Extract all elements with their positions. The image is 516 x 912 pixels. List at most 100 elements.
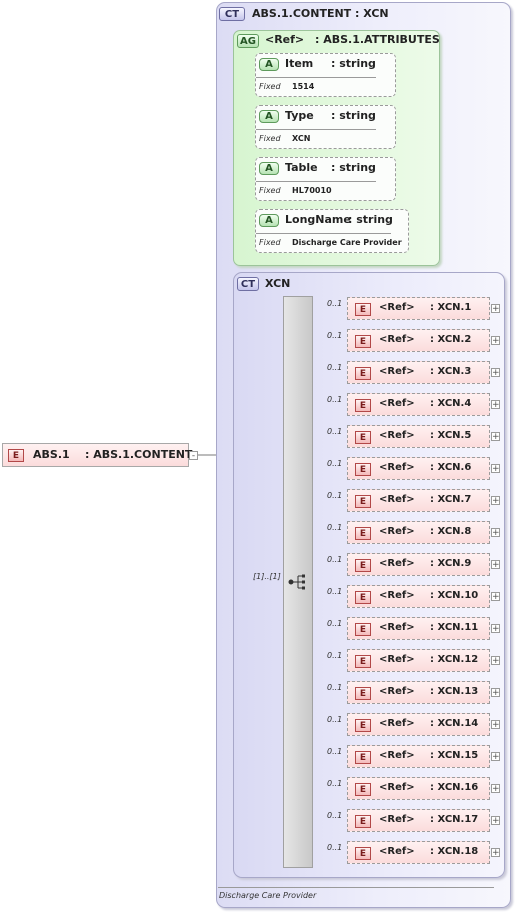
- element-ref-xcn-11[interactable]: E <Ref>: XCN.11: [347, 617, 490, 640]
- attribute-name: Type: [285, 109, 314, 122]
- element-ref-xcn-15[interactable]: E <Ref>: XCN.15: [347, 745, 490, 768]
- attribute-separator: [256, 77, 376, 78]
- expand-toggle[interactable]: +: [491, 720, 500, 730]
- expand-toggle[interactable]: +: [491, 464, 500, 474]
- collapse-toggle[interactable]: -: [189, 451, 198, 461]
- element-badge: E: [355, 367, 371, 380]
- element-ref-label: <Ref>: [379, 814, 415, 825]
- element-badge: E: [355, 591, 371, 604]
- attribute-fixed-value: XCN: [292, 134, 311, 143]
- attribute-fixed-label: Fixed: [259, 82, 281, 91]
- element-cardinality: 0..1: [327, 555, 343, 564]
- element-ref-xcn-10[interactable]: E <Ref>: XCN.10: [347, 585, 490, 608]
- element-badge: E: [355, 623, 371, 636]
- element-ref-label: <Ref>: [379, 718, 415, 729]
- element-ref-xcn-5[interactable]: E <Ref>: XCN.5: [347, 425, 490, 448]
- element-ref-xcn-6[interactable]: E <Ref>: XCN.6: [347, 457, 490, 480]
- expand-toggle[interactable]: +: [491, 560, 500, 570]
- element-ref-xcn-3[interactable]: E <Ref>: XCN.3: [347, 361, 490, 384]
- element-ref-name: : XCN.2: [430, 334, 472, 345]
- element-ref-name: : XCN.18: [430, 846, 479, 857]
- attribute-fixed-label: Fixed: [259, 134, 281, 143]
- element-badge: E: [355, 399, 371, 412]
- expand-toggle[interactable]: +: [491, 304, 500, 314]
- attribute-item[interactable]: A Item : string Fixed 1514: [255, 53, 396, 97]
- expand-toggle[interactable]: +: [491, 816, 500, 826]
- element-badge: E: [355, 687, 371, 700]
- element-ref-label: <Ref>: [379, 846, 415, 857]
- expand-toggle[interactable]: +: [491, 656, 500, 666]
- element-badge: E: [355, 751, 371, 764]
- element-badge: E: [355, 655, 371, 668]
- element-badge: E: [355, 463, 371, 476]
- expand-toggle[interactable]: +: [491, 592, 500, 602]
- element-cardinality: 0..1: [327, 747, 343, 756]
- expand-toggle[interactable]: +: [491, 368, 500, 378]
- element-ref-name: : XCN.8: [430, 526, 472, 537]
- attribute-type: : string: [331, 161, 376, 174]
- attribute-table[interactable]: A Table : string Fixed HL70010: [255, 157, 396, 201]
- expand-toggle[interactable]: +: [491, 848, 500, 858]
- element-ref-xcn-7[interactable]: E <Ref>: XCN.7: [347, 489, 490, 512]
- expand-toggle[interactable]: +: [491, 336, 500, 346]
- attribute-separator: [256, 233, 391, 234]
- element-ref-name: : XCN.7: [430, 494, 472, 505]
- element-ref-xcn-12[interactable]: E <Ref>: XCN.12: [347, 649, 490, 672]
- attribute-name: Item: [285, 57, 314, 70]
- element-cardinality: 0..1: [327, 811, 343, 820]
- documentation-separator: [218, 887, 494, 888]
- element-ref-xcn-14[interactable]: E <Ref>: XCN.14: [347, 713, 490, 736]
- element-ref-xcn-16[interactable]: E <Ref>: XCN.16: [347, 777, 490, 800]
- element-ref-name: : XCN.9: [430, 558, 472, 569]
- attribute-longname[interactable]: A LongName : string Fixed Discharge Care…: [255, 209, 409, 253]
- element-ref-name: : XCN.5: [430, 430, 472, 441]
- expand-toggle[interactable]: +: [491, 432, 500, 442]
- element-ref-label: <Ref>: [379, 526, 415, 537]
- expand-toggle[interactable]: +: [491, 400, 500, 410]
- element-ref-xcn-13[interactable]: E <Ref>: XCN.13: [347, 681, 490, 704]
- attribute-type: : string: [331, 57, 376, 70]
- complex-type-title: ABS.1.CONTENT : XCN: [252, 7, 389, 20]
- attribute-badge: A: [259, 110, 279, 123]
- attribute-group-name: : ABS.1.ATTRIBUTES: [315, 33, 440, 46]
- element-ref-xcn-1[interactable]: E <Ref>: XCN.1: [347, 297, 490, 320]
- attribute-group-ref: <Ref>: [265, 33, 305, 46]
- element-cardinality: 0..1: [327, 523, 343, 532]
- expand-toggle[interactable]: +: [491, 624, 500, 634]
- element-badge: E: [355, 303, 371, 316]
- expand-toggle[interactable]: +: [491, 752, 500, 762]
- element-badge: E: [355, 847, 371, 860]
- attribute-badge: A: [259, 162, 279, 175]
- element-ref-name: : XCN.16: [430, 782, 479, 793]
- element-ref-label: <Ref>: [379, 334, 415, 345]
- attribute-type: : string: [331, 109, 376, 122]
- element-ref-xcn-17[interactable]: E <Ref>: XCN.17: [347, 809, 490, 832]
- attribute-fixed-label: Fixed: [259, 186, 281, 195]
- element-ref-xcn-2[interactable]: E <Ref>: XCN.2: [347, 329, 490, 352]
- element-ref-name: : XCN.15: [430, 750, 479, 761]
- element-ref-xcn-18[interactable]: E <Ref> : XCN.18: [347, 841, 490, 864]
- element-badge: E: [8, 449, 24, 462]
- attribute-type[interactable]: A Type : string Fixed XCN: [255, 105, 396, 149]
- element-cardinality: 0..1: [327, 395, 343, 404]
- element-ref-label: <Ref>: [379, 462, 415, 473]
- element-badge: E: [355, 719, 371, 732]
- expand-toggle[interactable]: +: [491, 528, 500, 538]
- element-badge: E: [355, 783, 371, 796]
- attribute-separator: [256, 181, 376, 182]
- root-element[interactable]: E ABS.1 : ABS.1.CONTENT: [2, 443, 193, 467]
- element-ref-xcn-9[interactable]: E <Ref>: XCN.9: [347, 553, 490, 576]
- element-ref-label: <Ref>: [379, 302, 415, 313]
- element-ref-xcn-8[interactable]: E <Ref> : XCN.8: [347, 521, 490, 544]
- element-cardinality: 0..1: [327, 715, 343, 724]
- expand-toggle[interactable]: +: [491, 496, 500, 506]
- expand-toggle[interactable]: +: [491, 688, 500, 698]
- root-element-type: : ABS.1.CONTENT: [85, 448, 193, 461]
- element-cardinality: 0..1: [327, 779, 343, 788]
- expand-toggle[interactable]: +: [491, 784, 500, 794]
- element-ref-name: : XCN.4: [430, 398, 472, 409]
- element-ref-xcn-4[interactable]: E <Ref>: XCN.4: [347, 393, 490, 416]
- element-cardinality: 0..1: [327, 491, 343, 500]
- element-cardinality: 0..1: [327, 683, 343, 692]
- element-badge: E: [355, 527, 371, 540]
